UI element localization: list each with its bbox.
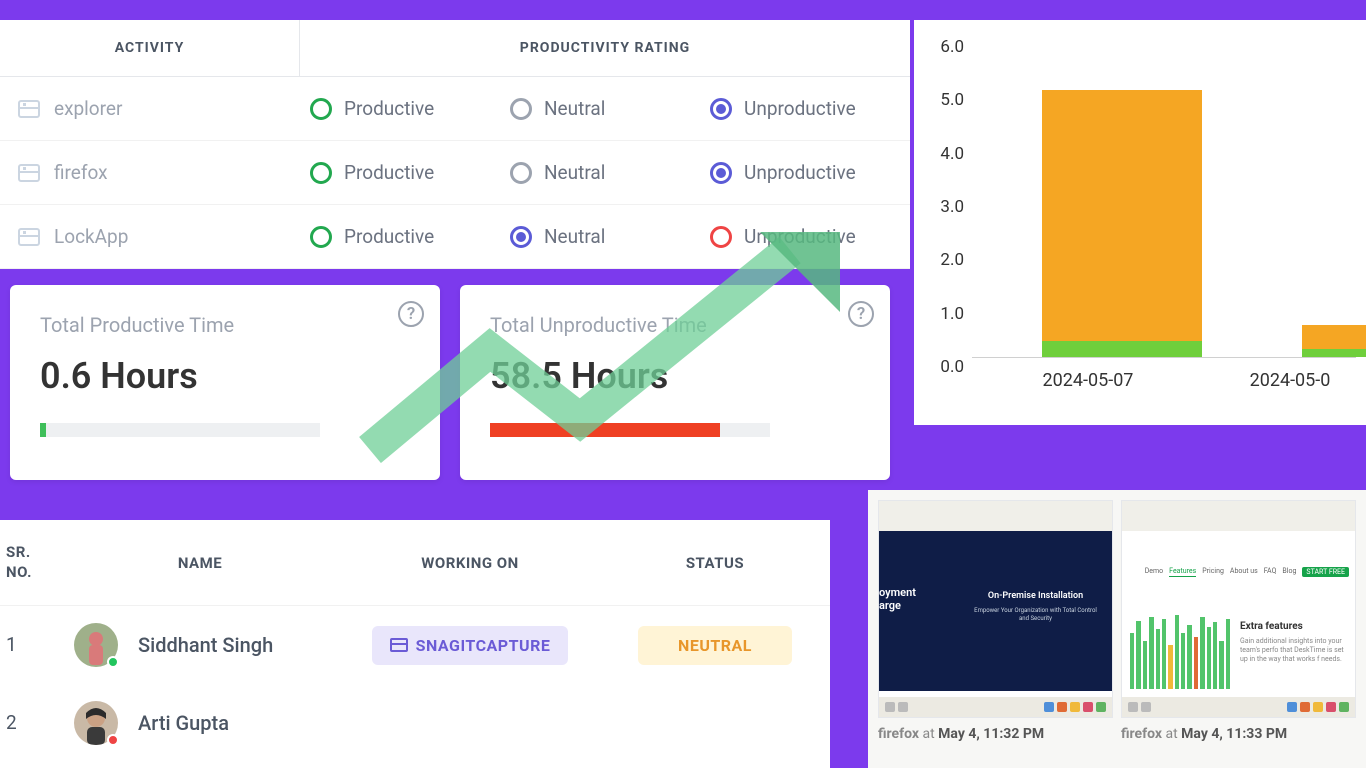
radio-icon — [310, 226, 332, 248]
screenshot-card[interactable]: oyment arge On-Premise Installation Empo… — [878, 500, 1113, 768]
screenshot-thumbnail: Demo Features Pricing About us FAQ Blog … — [1121, 500, 1356, 718]
radio-icon — [510, 226, 532, 248]
help-icon[interactable]: ? — [848, 301, 874, 327]
app-window-icon — [18, 164, 40, 182]
screenshot-caption: firefox at May 4, 11:33 PM — [1121, 718, 1356, 742]
header-sr: SR. NO. — [0, 543, 60, 582]
rating-neutral[interactable]: Neutral — [510, 97, 690, 120]
y-tick-label: 5.0 — [924, 90, 964, 110]
progress-bar — [490, 423, 770, 437]
header-name: NAME — [60, 554, 340, 572]
presence-dot-icon — [107, 734, 119, 746]
radio-icon — [310, 162, 332, 184]
status-badge: NEUTRAL — [638, 626, 792, 665]
employee-table: SR. NO. NAME WORKING ON STATUS 1 Siddhan… — [0, 520, 830, 768]
rating-neutral[interactable]: Neutral — [510, 161, 690, 184]
activity-row: LockApp Productive Neutral Unproductive — [0, 205, 910, 269]
radio-icon — [310, 98, 332, 120]
employee-sr: 1 — [0, 633, 60, 658]
app-window-icon — [18, 228, 40, 246]
bar-column — [1302, 325, 1366, 357]
rating-unproductive[interactable]: Unproductive — [710, 97, 890, 120]
screenshot-thumbnail: oyment arge On-Premise Installation Empo… — [878, 500, 1113, 718]
activity-app-name: firefox — [54, 161, 108, 184]
y-tick-label: 3.0 — [924, 197, 964, 217]
y-tick-label: 2.0 — [924, 250, 964, 270]
card-label: Total Productive Time — [40, 313, 410, 337]
app-window-icon — [390, 638, 408, 652]
radio-icon — [510, 98, 532, 120]
radio-icon — [710, 98, 732, 120]
employee-sr: 2 — [0, 711, 60, 736]
x-tick-label: 2024-05-0 — [1224, 370, 1356, 391]
rating-productive[interactable]: Productive — [310, 161, 490, 184]
employee-row[interactable]: 1 Siddhant Singh SNAGITCAPTURE NEUTRAL — [0, 606, 830, 684]
unproductive-time-card: ? Total Unproductive Time 58.5 Hours — [460, 285, 890, 480]
activity-rating-header: ACTIVITY PRODUCTIVITY RATING — [0, 20, 910, 77]
rating-productive[interactable]: Productive — [310, 97, 490, 120]
radio-icon — [510, 162, 532, 184]
card-value: 58.5 Hours — [490, 355, 860, 397]
hours-bar-chart: 0.0 1.0 2.0 3.0 4.0 5.0 6.0 2024-05-07 2024-05-… — [914, 20, 1366, 425]
y-tick-label: 6.0 — [924, 37, 964, 57]
progress-bar — [40, 423, 320, 437]
rating-neutral[interactable]: Neutral — [510, 225, 690, 248]
employee-name: Siddhant Singh — [138, 633, 273, 657]
activity-header: ACTIVITY — [0, 20, 300, 76]
app-window-icon — [18, 100, 40, 118]
bar-column — [1042, 90, 1202, 357]
screenshot-caption: firefox at May 4, 11:32 PM — [878, 718, 1113, 742]
employee-name: Arti Gupta — [138, 711, 229, 735]
help-icon[interactable]: ? — [398, 301, 424, 327]
employee-table-header: SR. NO. NAME WORKING ON STATUS — [0, 520, 830, 606]
presence-dot-icon — [107, 656, 119, 668]
x-tick-label: 2024-05-07 — [1022, 370, 1154, 391]
productive-time-card: ? Total Productive Time 0.6 Hours — [10, 285, 440, 480]
activity-app-name: explorer — [54, 97, 122, 120]
rating-header: PRODUCTIVITY RATING — [300, 20, 910, 76]
screenshots-panel: oyment arge On-Premise Installation Empo… — [868, 490, 1366, 768]
rating-unproductive[interactable]: Unproductive — [710, 225, 890, 248]
activity-row: firefox Productive Neutral Unproductive — [0, 141, 910, 205]
radio-icon — [710, 162, 732, 184]
rating-unproductive[interactable]: Unproductive — [710, 161, 890, 184]
y-tick-label: 1.0 — [924, 304, 964, 324]
card-value: 0.6 Hours — [40, 355, 410, 397]
y-tick-label: 4.0 — [924, 144, 964, 164]
activity-app-name: LockApp — [54, 225, 128, 248]
time-cards: ? Total Productive Time 0.6 Hours ? Tota… — [10, 285, 890, 480]
rating-productive[interactable]: Productive — [310, 225, 490, 248]
working-on-badge[interactable]: SNAGITCAPTURE — [372, 626, 569, 665]
header-working: WORKING ON — [340, 554, 600, 572]
activity-row: explorer Productive Neutral Unproductive — [0, 77, 910, 141]
radio-icon — [710, 226, 732, 248]
y-tick-label: 0.0 — [924, 357, 964, 377]
activity-rating-panel: ACTIVITY PRODUCTIVITY RATING explorer Pr… — [0, 20, 910, 269]
header-status: STATUS — [600, 554, 830, 572]
employee-row[interactable]: 2 Arti Gupta — [0, 684, 830, 762]
screenshot-card[interactable]: Demo Features Pricing About us FAQ Blog … — [1121, 500, 1356, 768]
card-label: Total Unproductive Time — [490, 313, 860, 337]
